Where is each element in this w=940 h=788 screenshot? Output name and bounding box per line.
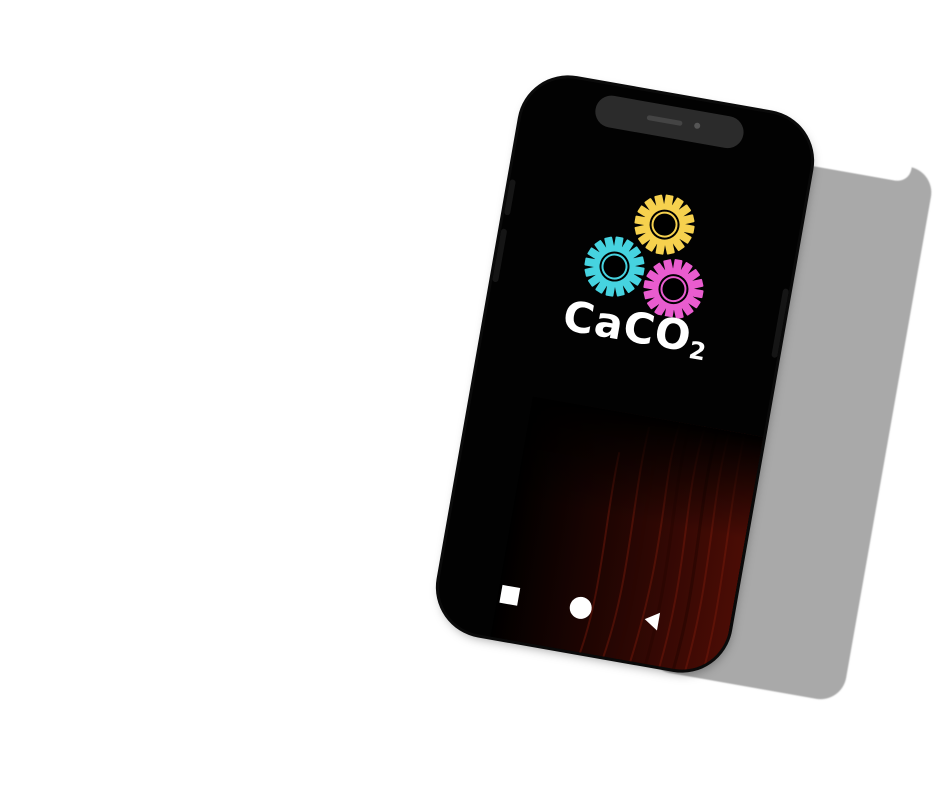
- recents-button[interactable]: [496, 581, 524, 609]
- back-button[interactable]: [638, 606, 666, 634]
- scene: CaCO2: [0, 0, 940, 788]
- triangle-back-icon: [643, 610, 661, 631]
- home-button[interactable]: [567, 594, 595, 622]
- square-icon: [499, 584, 521, 606]
- front-camera-icon: [693, 122, 701, 130]
- speaker-grille: [646, 114, 683, 127]
- notch: [592, 93, 747, 151]
- cyan-gear-icon: [578, 230, 651, 303]
- yellow-gear-icon: [628, 188, 701, 261]
- caco2-logo: CaCO2: [540, 178, 749, 387]
- logo-text-subscript: 2: [686, 335, 710, 367]
- circle-icon: [567, 595, 594, 621]
